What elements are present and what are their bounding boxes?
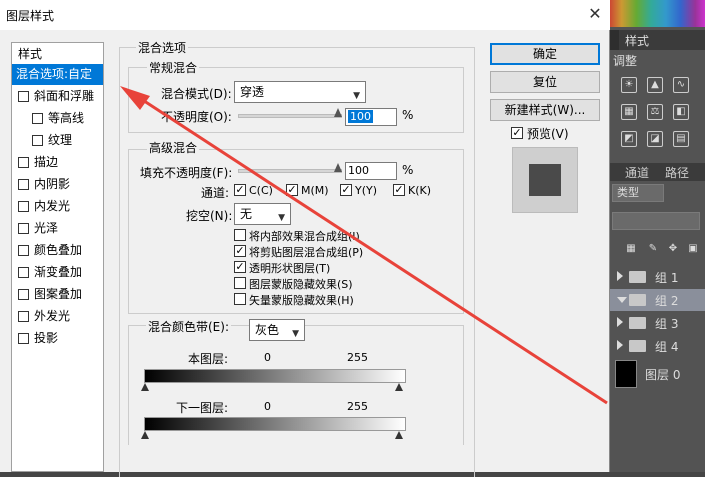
annotation-arrow-line bbox=[134, 93, 608, 405]
annotation-arrow-head bbox=[120, 86, 150, 110]
annotation-arrow bbox=[120, 86, 608, 405]
